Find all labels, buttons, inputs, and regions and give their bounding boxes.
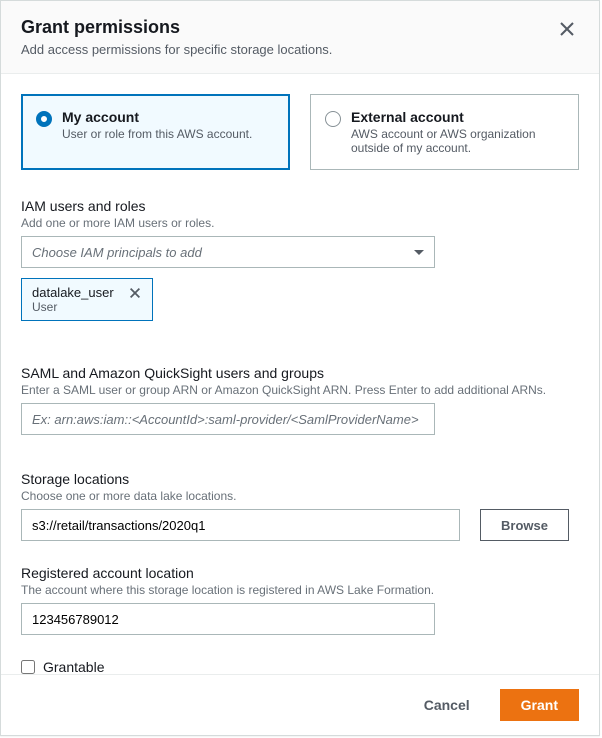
- token-name: datalake_user: [32, 285, 114, 300]
- external-account-label: External account: [351, 109, 564, 125]
- registered-label: Registered account location: [21, 565, 579, 581]
- chevron-down-icon: [414, 250, 424, 255]
- grant-permissions-dialog: Grant permissions Add access permissions…: [0, 0, 600, 736]
- grantable-label[interactable]: Grantable: [43, 659, 104, 674]
- external-account-radio[interactable]: External account AWS account or AWS orga…: [310, 94, 579, 170]
- cancel-button[interactable]: Cancel: [404, 689, 490, 721]
- saml-help: Enter a SAML user or group ARN or Amazon…: [21, 383, 579, 397]
- saml-field-group: SAML and Amazon QuickSight users and gro…: [21, 365, 579, 435]
- storage-help: Choose one or more data lake locations.: [21, 489, 579, 503]
- radio-icon: [325, 111, 341, 127]
- iam-placeholder: Choose IAM principals to add: [32, 245, 202, 260]
- dialog-body: My account User or role from this AWS ac…: [1, 74, 599, 674]
- storage-label: Storage locations: [21, 471, 579, 487]
- registered-field-group: Registered account location The account …: [21, 565, 579, 635]
- dialog-header: Grant permissions Add access permissions…: [1, 1, 599, 74]
- grant-button[interactable]: Grant: [500, 689, 579, 721]
- close-icon: [128, 286, 142, 300]
- iam-principals-select[interactable]: Choose IAM principals to add: [21, 236, 435, 268]
- grantable-checkbox[interactable]: [21, 660, 35, 674]
- registered-account-input[interactable]: [21, 603, 435, 635]
- browse-button[interactable]: Browse: [480, 509, 569, 541]
- close-icon: [559, 21, 575, 37]
- token-type: User: [32, 300, 114, 314]
- dialog-title: Grant permissions: [21, 17, 332, 38]
- my-account-radio[interactable]: My account User or role from this AWS ac…: [21, 94, 290, 170]
- external-account-desc: AWS account or AWS organization outside …: [351, 127, 564, 155]
- my-account-desc: User or role from this AWS account.: [62, 127, 252, 141]
- dialog-subtitle: Add access permissions for specific stor…: [21, 42, 332, 57]
- storage-field-group: Storage locations Choose one or more dat…: [21, 471, 579, 541]
- iam-field-group: IAM users and roles Add one or more IAM …: [21, 198, 579, 321]
- dialog-footer: Cancel Grant: [1, 674, 599, 735]
- grantable-checkbox-row: Grantable: [21, 659, 579, 674]
- saml-arn-input[interactable]: [21, 403, 435, 435]
- my-account-label: My account: [62, 109, 252, 125]
- iam-token: datalake_user User: [21, 278, 153, 321]
- iam-help: Add one or more IAM users or roles.: [21, 216, 579, 230]
- saml-label: SAML and Amazon QuickSight users and gro…: [21, 365, 579, 381]
- radio-icon: [36, 111, 52, 127]
- registered-help: The account where this storage location …: [21, 583, 579, 597]
- storage-location-input[interactable]: [21, 509, 460, 541]
- account-type-radio-group: My account User or role from this AWS ac…: [21, 94, 579, 170]
- token-remove-button[interactable]: [128, 286, 142, 303]
- iam-label: IAM users and roles: [21, 198, 579, 214]
- close-button[interactable]: [555, 17, 579, 44]
